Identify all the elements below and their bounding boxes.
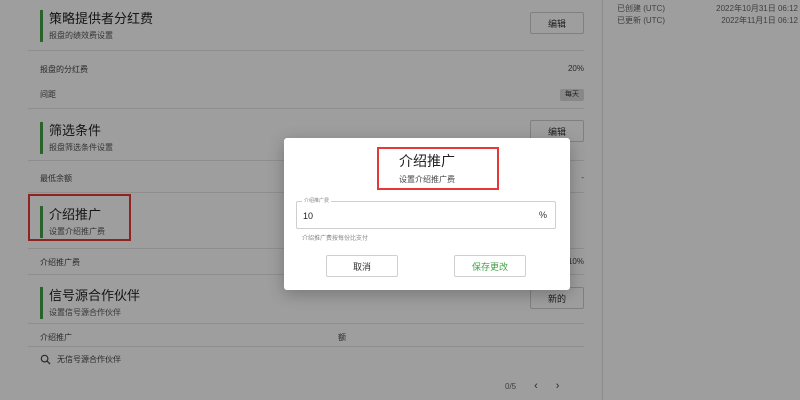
- percent-unit: %: [538, 210, 547, 220]
- referral-fee-field: 介绍推广费 %: [296, 197, 556, 229]
- referral-fee-input[interactable]: [303, 208, 523, 224]
- modal-title-highlight-box: [377, 147, 499, 190]
- referral-modal: 介绍推广 设置介绍推广费 介绍推广费 % 介绍推广费按每份比支付 取消 保存更改: [284, 138, 570, 290]
- cancel-button[interactable]: 取消: [326, 255, 398, 277]
- field-help-text: 介绍推广费按每份比支付: [302, 236, 369, 242]
- save-changes-button[interactable]: 保存更改: [454, 255, 526, 277]
- field-label: 介绍推广费: [302, 197, 332, 205]
